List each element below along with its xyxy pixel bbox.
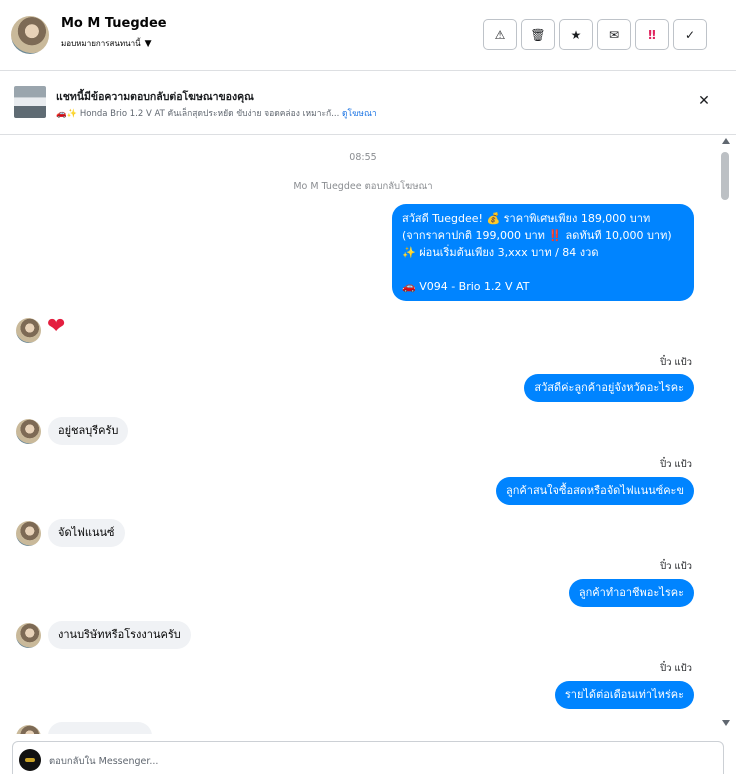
view-ad-link[interactable]: ดูโฆษณา [342, 109, 377, 119]
contact-avatar-small[interactable] [16, 318, 41, 343]
heart-icon: ❤ [47, 314, 66, 339]
follow-up-icon: ‼ [648, 27, 656, 42]
sender-name: ปิ๋ว แป้ว [660, 459, 692, 470]
incoming-message-bubble[interactable]: จัดไฟแนนซ์ [48, 519, 125, 547]
ad-banner-title: แชทนี้มีข้อความตอบกลับต่อโฆษณาของคุณ [56, 91, 254, 103]
outgoing-message-bubble[interactable]: ลูกค้าทำอาชีพอะไรคะ [568, 579, 694, 607]
assign-conversation-label: มอบหมายการสนทนานี้ [61, 39, 141, 48]
mark-unread-button[interactable]: ✉ [597, 19, 631, 50]
reply-input[interactable] [49, 752, 649, 770]
report-spam-button[interactable]: ⚠ [483, 19, 517, 50]
ad-reply-note: Mo M Tuegdee ตอบกลับโฆษณา [293, 181, 433, 192]
message-thread[interactable]: 08:55 Mo M Tuegdee ตอบกลับโฆษณา สวัสดี T… [0, 136, 720, 734]
ad-banner-subtitle: 🚗✨ Honda Brio 1.2 V AT คันเล็กสุดประหยัด… [56, 106, 377, 120]
trash-icon: 🗑 [530, 27, 546, 42]
incoming-message-bubble[interactable]: งานบริษัทหรือโรงงานครับ [48, 621, 191, 649]
incoming-message-bubble-partial[interactable] [48, 722, 152, 734]
sender-name: ปิ๋ว แป้ว [660, 561, 692, 572]
outgoing-message-bubble[interactable]: รายได้ต่อเดือนเท่าไหร่คะ [554, 681, 694, 709]
contact-avatar-small[interactable] [16, 623, 41, 648]
incoming-message-bubble[interactable]: อยู่ชลบุรีครับ [48, 417, 129, 445]
outgoing-message-bubble[interactable]: ลูกค้าสนใจซื้อสดหรือจัดไฟแนนซ์คะข [496, 477, 694, 505]
done-check-icon: ✓ [684, 27, 696, 42]
close-icon[interactable]: ✕ [696, 93, 712, 109]
ad-message-line: (จากราคาปกติ 199,000 บาท ‼️ ลดทันที 10,0… [402, 229, 672, 242]
conversation-header: Mo M Tuegdee มอบหมายการสนทนานี้ ▼ ⚠ 🗑 ★ … [0, 0, 736, 71]
follow-up-button[interactable]: ‼ [635, 19, 669, 50]
star-button[interactable]: ★ [559, 19, 593, 50]
ad-message-line [402, 261, 684, 278]
sender-name: ปิ๋ว แป้ว [660, 357, 692, 368]
contact-avatar-small[interactable] [16, 725, 41, 734]
contact-avatar-small[interactable] [16, 521, 41, 546]
assign-conversation-dropdown[interactable]: มอบหมายการสนทนานี้ ▼ [61, 37, 152, 50]
contact-name[interactable]: Mo M Tuegdee [61, 16, 167, 31]
chevron-down-icon: ▼ [144, 38, 152, 49]
conversation-actions: ⚠ 🗑 ★ ✉ ‼ ✓ [483, 19, 707, 50]
scroll-down-arrow-icon[interactable] [722, 720, 730, 726]
ad-reply-banner: แชทนี้มีข้อความตอบกลับต่อโฆษณาของคุณ 🚗✨ … [0, 71, 736, 135]
scrollbar-thumb[interactable] [721, 152, 729, 200]
page-avatar [19, 749, 41, 771]
mark-unread-icon: ✉ [608, 27, 620, 42]
ad-message-line: ✨ ผ่อนเริ่มต้นเพียง 3,xxx บาท / 84 งวด [402, 246, 599, 259]
reply-composer[interactable] [12, 741, 724, 774]
contact-avatar[interactable] [11, 16, 49, 54]
warning-icon: ⚠ [494, 27, 506, 42]
ad-thumbnail[interactable] [14, 86, 46, 118]
ad-message-line: สวัสดี Tuegdee! 💰 ราคาพิเศษเพียง 189,000… [402, 212, 651, 225]
outgoing-message-bubble[interactable]: สวัสดีค่ะลูกค้าอยู่จังหวัดอะไรคะ [524, 374, 694, 402]
mark-done-button[interactable]: ✓ [673, 19, 707, 50]
contact-avatar-small[interactable] [16, 419, 41, 444]
delete-button[interactable]: 🗑 [521, 19, 555, 50]
scroll-up-arrow-icon[interactable] [722, 138, 730, 144]
star-icon: ★ [570, 27, 582, 42]
ad-message-bubble[interactable]: สวัสดี Tuegdee! 💰 ราคาพิเศษเพียง 189,000… [392, 204, 694, 301]
ad-message-line: 🚗 V094 - Brio 1.2 V AT [402, 280, 530, 293]
sender-name: ปิ๋ว แป้ว [660, 663, 692, 674]
thread-timestamp: 08:55 [349, 152, 377, 163]
ad-summary-text: 🚗✨ Honda Brio 1.2 V AT คันเล็กสุดประหยัด… [56, 109, 340, 119]
thread-scrollbar[interactable] [719, 136, 733, 734]
